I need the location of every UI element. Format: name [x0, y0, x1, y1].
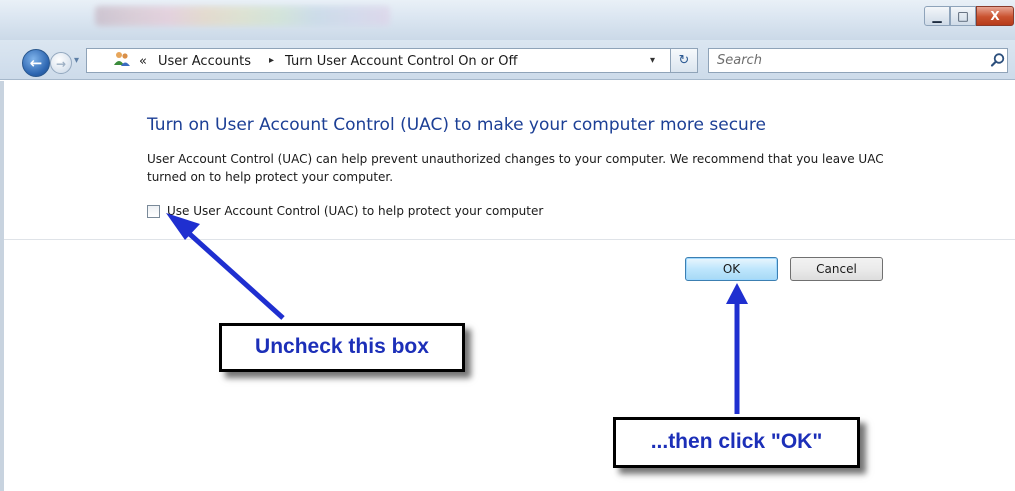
back-arrow-icon: ← — [29, 54, 43, 72]
back-button[interactable]: ← — [22, 49, 50, 77]
callout-uncheck-box: Uncheck this box — [219, 323, 465, 372]
uac-description: User Account Control (UAC) can help prev… — [147, 152, 884, 184]
close-icon: X — [990, 9, 1000, 23]
forward-button[interactable]: → — [50, 52, 72, 74]
cancel-button[interactable]: Cancel — [790, 257, 883, 281]
callout-uncheck-text: Uncheck this box — [255, 335, 429, 358]
search-box — [708, 48, 1008, 73]
callout-click-ok-text: ...then click "OK" — [650, 430, 823, 453]
blurred-title-area — [95, 6, 390, 26]
title-bar: ▁ □ X — [0, 0, 1015, 40]
uac-checkbox-label[interactable]: Use User Account Control (UAC) to help p… — [167, 204, 543, 218]
breadcrumb-user-accounts[interactable]: User Accounts — [158, 54, 251, 69]
refresh-icon: ↻ — [678, 53, 690, 68]
minimize-icon: ▁ — [932, 9, 942, 23]
breadcrumb-overflow[interactable]: « — [139, 54, 147, 69]
breadcrumb-separator[interactable]: ▸ — [269, 55, 274, 66]
recent-pages-dropdown[interactable]: ▾ — [74, 55, 79, 66]
close-button[interactable]: X — [976, 6, 1014, 26]
user-accounts-icon — [114, 52, 130, 66]
search-icon[interactable] — [990, 52, 1006, 68]
explorer-window: ▁ □ X ← → ▾ « User Accounts ▸ Turn User … — [0, 0, 1015, 491]
forward-arrow-icon: → — [55, 57, 67, 71]
search-input[interactable] — [717, 52, 967, 69]
uac-checkbox[interactable] — [147, 205, 160, 218]
content-divider — [4, 239, 1015, 240]
maximize-icon: □ — [957, 9, 969, 23]
ok-button[interactable]: OK — [685, 257, 778, 281]
maximize-button[interactable]: □ — [950, 6, 976, 26]
minimize-button[interactable]: ▁ — [924, 6, 950, 26]
breadcrumb-current-page[interactable]: Turn User Account Control On or Off — [285, 54, 517, 69]
callout-click-ok: ...then click "OK" — [613, 417, 860, 468]
address-history-dropdown[interactable]: ▾ — [650, 55, 655, 66]
page-heading: Turn on User Account Control (UAC) to ma… — [147, 115, 766, 135]
refresh-button[interactable]: ↻ — [670, 48, 698, 73]
content-pane — [0, 81, 1015, 491]
